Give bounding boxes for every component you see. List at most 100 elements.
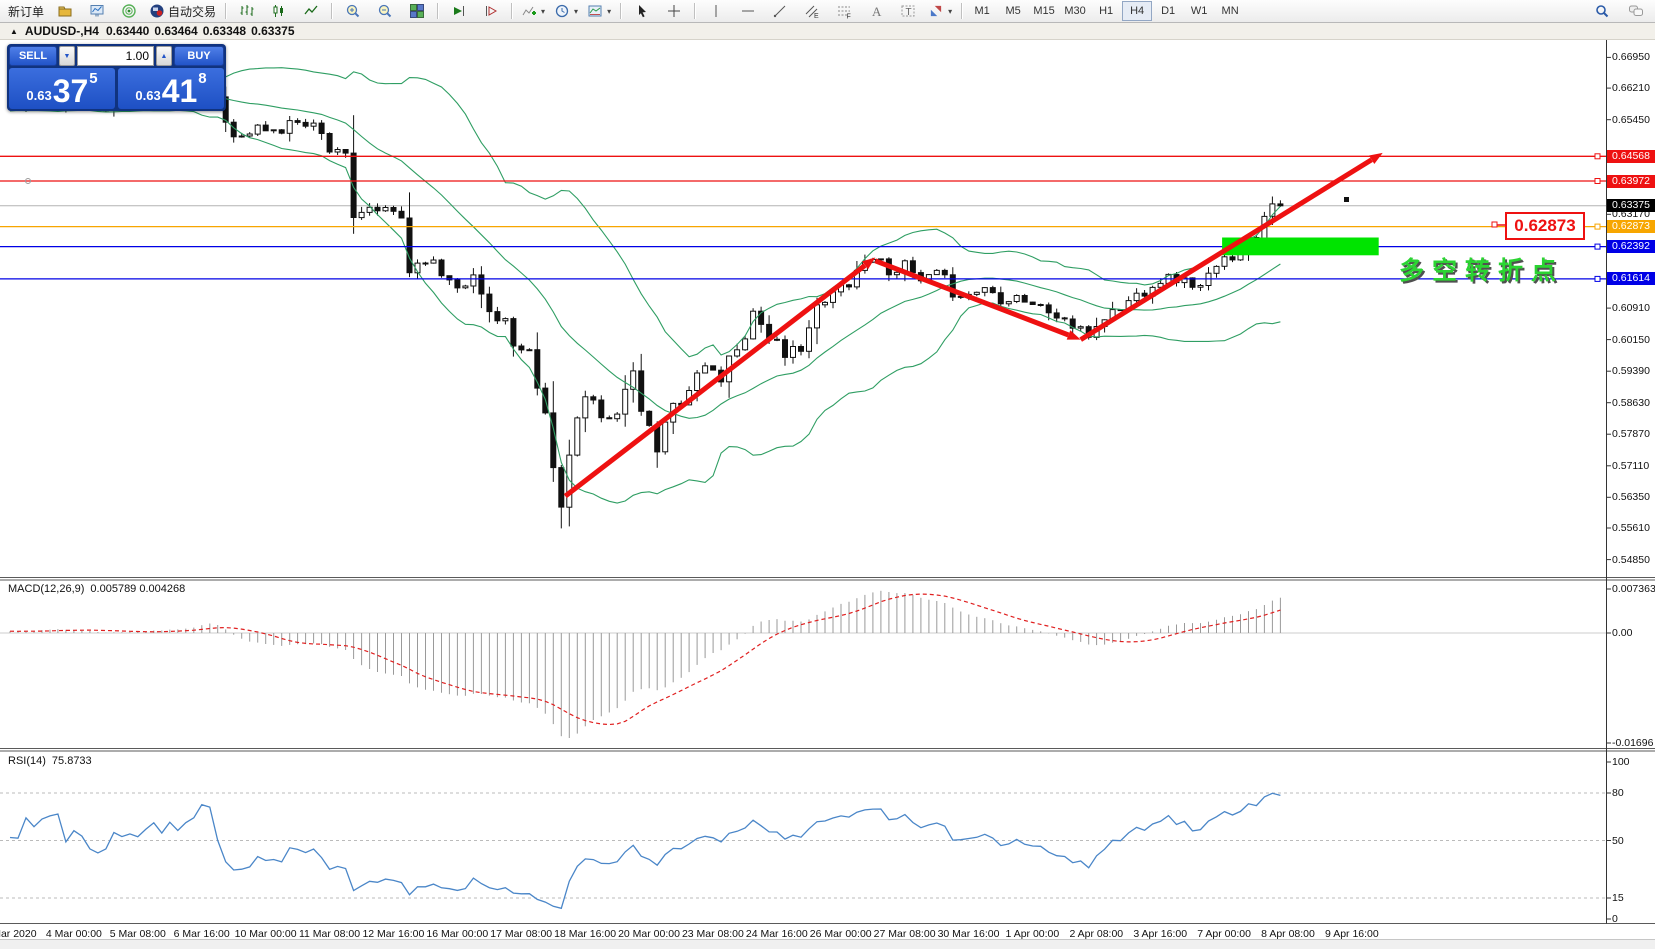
timeframe-m15-button[interactable]: M15 bbox=[1029, 1, 1059, 21]
templates-button[interactable]: ▾ bbox=[583, 0, 615, 22]
chart-shift-button[interactable] bbox=[475, 0, 506, 22]
sell-price-tile[interactable]: 0.63 37 5 bbox=[9, 68, 115, 109]
chat-button[interactable] bbox=[1620, 0, 1651, 22]
price-tick-label: 0.60150 bbox=[1612, 334, 1650, 346]
toolbar-separator bbox=[437, 3, 438, 19]
timeframe-m5-button[interactable]: M5 bbox=[998, 1, 1028, 21]
chart-shift-icon bbox=[483, 3, 499, 19]
macd-axis-label: -0.01696 bbox=[1612, 737, 1653, 749]
timeframe-h1-button[interactable]: H1 bbox=[1091, 1, 1121, 21]
dropdown-arrow-icon[interactable]: ▾ bbox=[948, 7, 952, 16]
cursor-button[interactable] bbox=[626, 0, 657, 22]
timeframe-m30-button[interactable]: M30 bbox=[1060, 1, 1090, 21]
chart-title: AUDUSD-,H4 bbox=[25, 24, 99, 38]
cursor-icon bbox=[634, 3, 650, 19]
market-watch-button[interactable] bbox=[81, 0, 112, 22]
search-icon bbox=[1594, 3, 1610, 19]
periods-button[interactable]: ▾ bbox=[550, 0, 582, 22]
toolbar-separator bbox=[961, 3, 962, 19]
dropdown-arrow-icon[interactable]: ▾ bbox=[541, 7, 545, 16]
timeframe-m1-button[interactable]: M1 bbox=[967, 1, 997, 21]
buy-price-pip: 8 bbox=[198, 70, 206, 87]
bar-chart-button[interactable] bbox=[231, 0, 262, 22]
channel-icon: E bbox=[804, 3, 820, 19]
tile-windows-button[interactable] bbox=[401, 0, 432, 22]
signals-button[interactable] bbox=[113, 0, 144, 22]
trendline-button[interactable] bbox=[764, 0, 795, 22]
volume-decrease-button[interactable]: ▼ bbox=[59, 46, 75, 66]
auto-scroll-icon bbox=[451, 3, 467, 19]
bar-chart-icon bbox=[239, 3, 255, 19]
zoom-out-icon bbox=[377, 3, 393, 19]
svg-text:A: A bbox=[872, 4, 882, 19]
status-bar bbox=[0, 939, 1655, 949]
line-chart-icon bbox=[303, 3, 319, 19]
horizontal-line-button[interactable] bbox=[732, 0, 763, 22]
templates-icon bbox=[587, 3, 603, 19]
price-tick-label: 0.59390 bbox=[1612, 365, 1650, 377]
collapse-icon[interactable]: ▲ bbox=[10, 27, 18, 36]
buy-price-big: 41 bbox=[162, 77, 198, 106]
fibonacci-button[interactable]: F bbox=[828, 0, 859, 22]
timeframe-h4-button[interactable]: H4 bbox=[1122, 1, 1152, 21]
channel-button[interactable]: E bbox=[796, 0, 827, 22]
rsi-title: RSI(14) bbox=[8, 755, 46, 767]
buy-button[interactable]: BUY bbox=[174, 46, 224, 66]
auto-scroll-button[interactable] bbox=[443, 0, 474, 22]
macd-axis-label: 0.007363 bbox=[1612, 583, 1655, 595]
price-tick-label: 0.58630 bbox=[1612, 397, 1650, 409]
chart-titlebar: ▲ AUDUSD-,H4 0.634400.634640.633480.6337… bbox=[0, 23, 1655, 40]
price-tick-label: 0.57870 bbox=[1612, 428, 1650, 440]
label-icon: T bbox=[900, 3, 916, 19]
dropdown-arrow-icon[interactable]: ▾ bbox=[607, 7, 611, 16]
volume-increase-button[interactable]: ▲ bbox=[156, 46, 172, 66]
price-tick-label: 0.66950 bbox=[1612, 51, 1650, 63]
price-tick-label: 0.56350 bbox=[1612, 491, 1650, 503]
turning-point-note[interactable]: 多空转折点 bbox=[1399, 251, 1564, 287]
sell-price-prefix: 0.63 bbox=[26, 88, 51, 103]
price-tick-label: 0.66210 bbox=[1612, 82, 1650, 94]
zoom-out-button[interactable] bbox=[369, 0, 400, 22]
timeframe-d1-button[interactable]: D1 bbox=[1153, 1, 1183, 21]
buy-price-tile[interactable]: 0.63 41 8 bbox=[118, 68, 224, 109]
price-callout-box[interactable]: 0.62873 bbox=[1505, 212, 1585, 240]
indicators-button[interactable]: ▾ bbox=[517, 0, 549, 22]
high-value: 0.63464 bbox=[154, 24, 197, 38]
text-button[interactable]: A bbox=[860, 0, 891, 22]
zoom-in-button[interactable] bbox=[337, 0, 368, 22]
macd-pane-label: MACD(12,26,9)0.005789 0.004268 bbox=[8, 583, 191, 595]
hline-icon bbox=[740, 3, 756, 19]
dropdown-arrow-icon[interactable]: ▾ bbox=[574, 7, 578, 16]
svg-text:T: T bbox=[905, 7, 911, 18]
label-button[interactable]: T bbox=[892, 0, 923, 22]
market-watch-icon bbox=[89, 3, 105, 19]
toolbar-separator bbox=[225, 3, 226, 19]
price-badge: 0.63375 bbox=[1607, 199, 1655, 212]
shapes-icon bbox=[928, 3, 944, 19]
symbol-search-button[interactable] bbox=[1586, 0, 1617, 22]
svg-text:E: E bbox=[814, 13, 819, 19]
new-order-button[interactable]: 新订单 bbox=[4, 0, 48, 22]
shapes-button[interactable]: ▾ bbox=[924, 0, 956, 22]
line-chart-button[interactable] bbox=[295, 0, 326, 22]
price-badge: 0.64568 bbox=[1607, 150, 1655, 163]
rsi-axis-label: 80 bbox=[1612, 787, 1624, 799]
sell-price-pip: 5 bbox=[89, 70, 97, 87]
profiles-button[interactable] bbox=[49, 0, 80, 22]
macd-axis-label: 0.00 bbox=[1612, 627, 1632, 639]
crosshair-button[interactable] bbox=[658, 0, 689, 22]
vertical-line-button[interactable] bbox=[700, 0, 731, 22]
fibonacci-icon: F bbox=[836, 3, 852, 19]
volume-input[interactable] bbox=[77, 46, 154, 66]
timeframe-w1-button[interactable]: W1 bbox=[1184, 1, 1214, 21]
timeframe-mn-button[interactable]: MN bbox=[1215, 1, 1245, 21]
candlestick-icon bbox=[271, 3, 287, 19]
trendline-icon bbox=[772, 3, 788, 19]
close-value: 0.63375 bbox=[251, 24, 294, 38]
new-order-button-label: 新订单 bbox=[8, 3, 44, 20]
toolbar-separator bbox=[620, 3, 621, 19]
chart-canvas[interactable] bbox=[0, 40, 1655, 940]
sell-button[interactable]: SELL bbox=[9, 46, 57, 66]
candlestick-button[interactable] bbox=[263, 0, 294, 22]
autotrading-button[interactable]: 自动交易 bbox=[145, 0, 220, 22]
